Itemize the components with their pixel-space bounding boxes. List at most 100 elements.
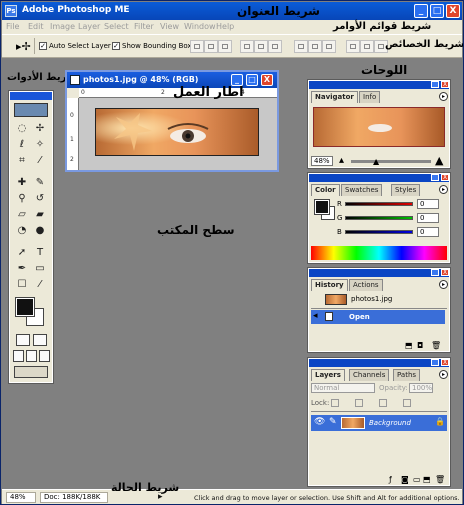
eraser-tool-icon[interactable]: ▱ [15,208,29,222]
marquee-tool-icon[interactable]: ◌ [15,122,29,136]
red-slider[interactable] [345,202,413,206]
layers-menu-button[interactable]: ▸ [439,370,448,379]
layers-panel-title-bar[interactable]: _ X [309,359,449,367]
tab-channels[interactable]: Channels [349,369,390,381]
green-slider[interactable] [345,216,413,220]
color-close-button[interactable]: X [441,174,449,181]
color-menu-button[interactable]: ▸ [439,185,448,194]
navigator-panel-title-bar[interactable]: _ X [309,81,449,89]
menu-window[interactable]: Window [184,22,216,31]
green-value-field[interactable]: 0 [417,213,439,223]
healing-brush-icon[interactable]: ✚ [15,176,29,190]
history-panel-title-bar[interactable]: _ X [309,269,449,277]
history-menu-button[interactable]: ▸ [439,280,448,289]
status-doc-size[interactable]: Doc: 188K/188K [40,492,108,503]
screen-mode-full-menu-button[interactable] [26,350,37,362]
tab-styles[interactable]: Styles [391,184,421,196]
new-set-icon[interactable]: ▭ [413,475,421,484]
menu-image[interactable]: Image [50,22,75,31]
slice-tool-icon[interactable]: ⁄ [33,154,47,168]
navigator-zoom-field[interactable]: 48% [311,156,333,166]
move-tool-icon[interactable]: ▸✢ [16,40,31,53]
align-middle-button[interactable] [204,40,218,53]
maximize-button[interactable]: □ [430,4,444,18]
gradient-tool-icon[interactable]: ▰ [33,208,47,222]
navigator-menu-button[interactable]: ▸ [439,92,448,101]
document-close-button[interactable]: X [261,74,273,86]
document-window[interactable]: photos1.jpg @ 48% (RGB) _ □ X 0 2 4 0 1 … [65,70,279,172]
distribute-bottom-button[interactable] [322,40,336,53]
tab-swatches[interactable]: Swatches [341,184,383,196]
lock-position-checkbox[interactable] [379,399,387,407]
color-foreground-swatch[interactable] [314,199,330,215]
align-center-button[interactable] [254,40,268,53]
vertical-ruler[interactable]: 0 1 2 [67,98,79,170]
distribute-top-button[interactable] [294,40,308,53]
blend-mode-select[interactable]: Normal [311,383,375,393]
foreground-color-swatch[interactable] [15,297,35,317]
crop-tool-icon[interactable]: ⌗ [15,154,29,168]
layer-visibility-eye-icon[interactable]: 👁 [314,417,325,427]
dodge-tool-icon[interactable]: ● [33,224,47,238]
layer-style-icon[interactable]: ƒ [389,475,392,484]
color-spectrum-bar[interactable] [311,246,447,260]
title-bar[interactable]: Ps Adobe Photoshop ME _ □ X [2,2,462,20]
zoom-slider-thumb[interactable]: ▲ [373,157,379,166]
type-tool-icon[interactable]: T [33,246,47,260]
distribute-middle-button[interactable] [308,40,322,53]
bounding-box-checkbox[interactable]: ✓ [112,42,120,50]
screen-mode-full-button[interactable] [39,350,50,362]
blue-slider[interactable] [345,230,413,234]
history-snapshot[interactable]: photos1.jpg [311,293,443,307]
history-close-button[interactable]: X [441,269,449,276]
history-state-open[interactable]: ◂ Open [311,310,445,324]
clone-stamp-icon[interactable]: ⚲ [15,192,29,206]
auto-select-checkbox[interactable]: ✓ [39,42,47,50]
tab-paths[interactable]: Paths [393,369,421,381]
move-tool-icon[interactable]: ✢ [33,122,47,136]
brush-tool-icon[interactable]: ✎ [33,176,47,190]
photoshop-logo[interactable] [14,103,48,117]
document-canvas[interactable] [79,98,277,170]
menu-view[interactable]: View [160,22,179,31]
red-value-field[interactable]: 0 [417,199,439,209]
navigator-close-button[interactable]: X [441,81,449,88]
shape-tool-icon[interactable]: ▭ [33,262,47,276]
delete-layer-icon[interactable]: 🗑 [435,475,445,484]
document-title-bar[interactable]: photos1.jpg @ 48% (RGB) _ □ X [67,72,277,88]
blue-value-field[interactable]: 0 [417,227,439,237]
tab-navigator[interactable]: Navigator [311,91,358,103]
tab-history[interactable]: History [311,279,348,291]
toolbox-title-bar[interactable] [10,92,52,100]
menu-layer[interactable]: Layer [78,22,100,31]
menu-edit[interactable]: Edit [28,22,44,31]
pen-tool-icon[interactable]: ✒ [15,262,29,276]
delete-state-icon[interactable]: 🗑 [431,341,441,350]
layer-brush-icon[interactable]: ✎ [329,417,337,427]
layer-mask-icon[interactable]: ◙ [401,475,409,484]
layers-close-button[interactable]: X [441,359,449,366]
menu-filter[interactable]: Filter [134,22,154,31]
zoom-in-icon[interactable]: ▲ [435,154,443,167]
tab-info[interactable]: Info [359,91,381,103]
history-minimize-button[interactable]: _ [431,269,439,276]
distribute-left-button[interactable] [346,40,360,53]
menu-file[interactable]: File [6,22,19,31]
jump-to-imageready-button[interactable] [14,366,48,378]
history-brush-icon[interactable]: ↺ [33,192,47,206]
align-bottom-button[interactable] [218,40,232,53]
zoom-out-icon[interactable]: ▴ [339,155,344,166]
photo-image[interactable] [95,108,259,156]
screen-mode-standard-button[interactable] [13,350,24,362]
new-snapshot-icon[interactable]: ◘ [417,341,423,350]
document-maximize-button[interactable]: □ [246,74,258,86]
tab-color[interactable]: Color [311,184,340,196]
menu-help[interactable]: Help [216,22,234,31]
navigator-thumbnail[interactable] [313,107,445,147]
layer-row-background[interactable]: 👁 ✎ Background 🔒 [311,415,447,431]
opacity-field[interactable]: 100% [409,383,433,393]
standard-mode-button[interactable] [16,334,30,346]
align-left-button[interactable] [240,40,254,53]
new-layer-icon[interactable]: ⬒ [423,475,431,484]
lock-all-checkbox[interactable] [403,399,411,407]
